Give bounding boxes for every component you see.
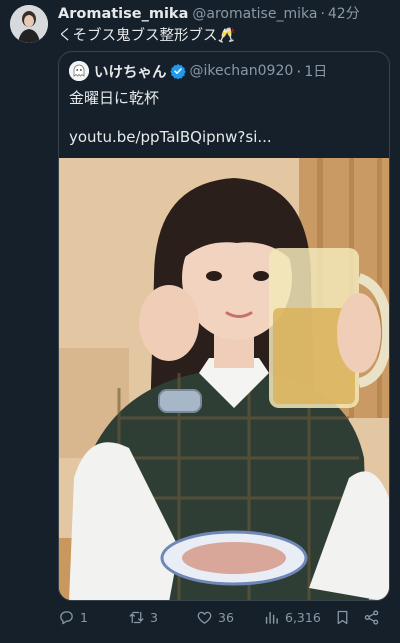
quoted-tweet-header: いけちゃん @ikechan0920 · 1日 <box>69 61 381 81</box>
quoted-tweet-link[interactable]: youtu.be/ppTaIBQipnw?si... <box>69 128 379 146</box>
quoted-separator-dot: · <box>296 61 302 81</box>
tweet-action-bar: 1 3 36 6,316 <box>58 606 390 628</box>
share-icon <box>364 609 379 625</box>
ghost-avatar-icon <box>69 61 89 81</box>
repost-icon <box>129 611 144 623</box>
separator-dot: · <box>320 6 325 22</box>
photo-illustration <box>59 158 389 600</box>
tweet: Aromatise_mika @aromatise_mika · 42分 くそブ… <box>0 0 400 643</box>
reply-button[interactable]: 1 <box>58 606 88 628</box>
tweet-header: Aromatise_mika @aromatise_mika · 42分 <box>58 3 394 23</box>
views-count: 6,316 <box>285 609 321 625</box>
quoted-handle[interactable]: @ikechan0920 <box>190 63 294 79</box>
reply-icon <box>60 610 73 624</box>
quoted-tweet-photo[interactable] <box>59 158 389 600</box>
views-icon <box>265 611 278 624</box>
like-button[interactable]: 36 <box>196 606 234 628</box>
verified-badge-icon <box>169 64 186 79</box>
quoted-author-avatar[interactable] <box>69 61 89 81</box>
quoted-display-name[interactable]: いけちゃん <box>94 61 167 81</box>
quoted-tweet-text: 金曜日に乾杯 <box>69 89 160 107</box>
like-icon <box>197 611 212 624</box>
author-avatar[interactable] <box>10 5 48 43</box>
quoted-timestamp[interactable]: 1日 <box>304 61 327 81</box>
bookmark-button[interactable] <box>334 606 351 628</box>
author-handle[interactable]: @aromatise_mika <box>192 6 317 22</box>
avatar-image <box>10 5 48 43</box>
quoted-tweet[interactable]: いけちゃん @ikechan0920 · 1日 金曜日に乾杯 youtu.be/… <box>58 51 390 601</box>
like-count: 36 <box>218 609 234 625</box>
reply-count: 1 <box>80 609 88 625</box>
views-button[interactable]: 6,316 <box>263 606 321 628</box>
repost-button[interactable]: 3 <box>128 606 158 628</box>
share-button[interactable] <box>363 606 380 628</box>
tweet-text: くそブス鬼ブス整形ブス🥂 <box>58 28 236 44</box>
author-display-name[interactable]: Aromatise_mika <box>58 6 188 22</box>
repost-count: 3 <box>150 609 158 625</box>
bookmark-icon <box>337 610 348 624</box>
tweet-timestamp[interactable]: 42分 <box>328 3 360 23</box>
